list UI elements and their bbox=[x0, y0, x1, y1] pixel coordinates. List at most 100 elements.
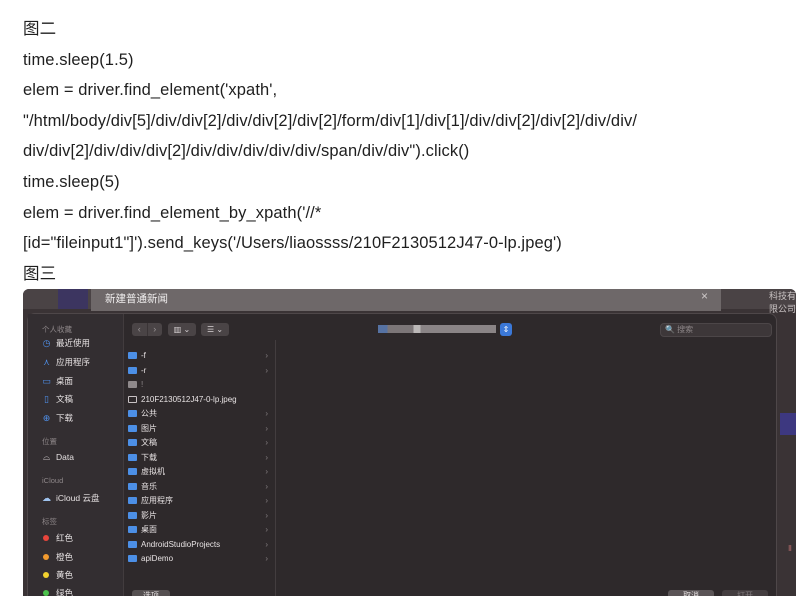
sidebar-item-documents[interactable]: ▯ 文稿 bbox=[42, 393, 73, 405]
list-item[interactable]: 虚拟机 › bbox=[128, 465, 274, 478]
sidebar-section-icloud: iCloud bbox=[42, 476, 64, 485]
download-icon: ⊕ bbox=[42, 412, 51, 423]
sidebar-tag-red[interactable]: 红色 bbox=[42, 532, 73, 544]
list-view-button[interactable]: ☰ ⌄ bbox=[201, 323, 229, 336]
sidebar-item-data[interactable]: ⌓ Data bbox=[42, 452, 74, 462]
background-accent bbox=[58, 289, 88, 309]
sidebar-item-label: 橙色 bbox=[56, 552, 74, 562]
file-picker-dialog: 个人收藏 ◷ 最近使用 ⋏ 应用程序 ▭ 桌面 ▯ 文稿 ⊕ 下载 位置 ⌓ Data iC… bbox=[27, 313, 777, 596]
folder-icon bbox=[128, 555, 137, 562]
chevron-right-icon: › bbox=[265, 554, 268, 563]
chevron-right-icon: › bbox=[265, 438, 268, 447]
file-icon bbox=[128, 381, 137, 388]
sidebar-item-downloads[interactable]: ⊕ 下载 bbox=[42, 412, 73, 424]
sidebar-item-label: 下载 bbox=[56, 413, 74, 423]
code-line: "/html/body/div[5]/div/div[2]/div/div[2]… bbox=[23, 111, 637, 130]
chevron-right-icon: › bbox=[265, 423, 268, 433]
chevron-right-icon: › bbox=[265, 510, 268, 520]
dialog-footer: 选项 取消 打开 bbox=[124, 586, 778, 596]
chevron-right-icon: › bbox=[265, 409, 268, 418]
background-dialog-title: 新建普通新闻 bbox=[105, 293, 168, 305]
sidebar-item-label: 最近使用 bbox=[56, 338, 91, 348]
embedded-screenshot: 新建普通新闻 × 科技有限公司 Ⅱ 个人收藏 ◷ 最近使用 ⋏ 应用程序 ▭ 桌面 ▯… bbox=[23, 289, 796, 596]
sidebar-section-favorites: 个人收藏 bbox=[42, 325, 72, 334]
folder-icon bbox=[128, 526, 137, 533]
sidebar-section-tags: 标签 bbox=[42, 517, 57, 526]
file-column: -f › -r › ! 210F2130512J47-0-lp.jpeg 公共 › 图… bbox=[124, 340, 276, 596]
tag-orange-icon bbox=[43, 554, 49, 560]
list-item[interactable]: -r › bbox=[128, 364, 274, 377]
path-stepper-icon[interactable]: ⇕ bbox=[500, 323, 512, 336]
folder-icon bbox=[128, 468, 137, 475]
sidebar-tag-yellow[interactable]: 黄色 bbox=[42, 569, 73, 581]
tag-yellow-icon bbox=[43, 572, 49, 578]
folder-icon bbox=[128, 511, 137, 519]
chevron-right-icon: › bbox=[265, 496, 268, 505]
open-button[interactable]: 打开 bbox=[722, 590, 768, 596]
chevron-right-icon: › bbox=[265, 539, 268, 549]
folder-icon bbox=[128, 453, 137, 461]
chevron-right-icon: › bbox=[265, 452, 268, 462]
sidebar-item-label: iCloud 云盘 bbox=[56, 493, 100, 503]
code-line: div/div[2]/div/div/div[2]/div/div/div/di… bbox=[23, 142, 470, 161]
folder-icon bbox=[128, 424, 137, 432]
folder-icon bbox=[128, 366, 137, 374]
finder-sidebar: 个人收藏 ◷ 最近使用 ⋏ 应用程序 ▭ 桌面 ▯ 文稿 ⊕ 下载 位置 ⌓ Data iC… bbox=[28, 314, 124, 596]
list-item[interactable]: 文稿 › bbox=[128, 436, 274, 449]
code-line: time.sleep(1.5) bbox=[23, 50, 134, 69]
image-file-icon bbox=[128, 395, 137, 403]
background-red-text: Ⅱ bbox=[788, 544, 792, 553]
sidebar-tag-green[interactable]: 绿色 bbox=[42, 587, 73, 596]
sidebar-tag-orange[interactable]: 橙色 bbox=[42, 551, 73, 563]
list-item[interactable]: ! bbox=[128, 378, 274, 391]
path-selector[interactable]: ⇕ bbox=[378, 323, 512, 336]
forward-button[interactable]: › bbox=[148, 323, 163, 336]
list-item[interactable]: 桌面 › bbox=[128, 523, 274, 536]
close-icon[interactable]: × bbox=[701, 289, 708, 303]
cloud-icon: ☁ bbox=[42, 492, 51, 503]
code-line: [id="fileinput1"]').send_keys('/Users/li… bbox=[23, 234, 562, 253]
list-item[interactable]: 图片 › bbox=[128, 422, 274, 435]
chevron-right-icon: › bbox=[265, 481, 268, 491]
list-item[interactable]: 音乐 › bbox=[128, 480, 274, 493]
drive-icon: ⌓ bbox=[42, 451, 51, 462]
sidebar-item-icloud-drive[interactable]: ☁ iCloud 云盘 bbox=[42, 492, 99, 504]
list-item[interactable]: 公共 › bbox=[128, 407, 274, 420]
chevron-right-icon: › bbox=[265, 467, 268, 476]
background-dialog-header bbox=[91, 289, 721, 311]
sidebar-item-applications[interactable]: ⋏ 应用程序 bbox=[42, 356, 90, 368]
folder-icon bbox=[128, 410, 137, 417]
clock-icon: ◷ bbox=[42, 337, 51, 348]
column-view-button[interactable]: ▥ ⌄ bbox=[168, 323, 196, 336]
list-item[interactable]: -f › bbox=[128, 349, 274, 362]
search-input[interactable]: 🔍 搜索 bbox=[660, 323, 772, 337]
chevron-right-icon: › bbox=[265, 351, 268, 360]
list-item[interactable]: 影片 › bbox=[128, 509, 274, 522]
folder-icon bbox=[128, 352, 137, 359]
caption-figure-2: 图二 bbox=[23, 20, 57, 38]
sidebar-item-desktop[interactable]: ▭ 桌面 bbox=[42, 375, 73, 387]
list-item[interactable]: 下载 › bbox=[128, 451, 274, 464]
sidebar-item-label: 应用程序 bbox=[56, 357, 91, 367]
back-button[interactable]: ‹ bbox=[132, 323, 148, 336]
background-company-text: 科技有限公司 bbox=[769, 291, 796, 314]
list-item[interactable]: AndroidStudioProjects › bbox=[128, 538, 274, 551]
sidebar-item-label: 黄色 bbox=[56, 570, 74, 580]
list-item[interactable]: 210F2130512J47-0-lp.jpeg bbox=[128, 393, 274, 406]
list-item[interactable]: apiDemo › bbox=[128, 552, 274, 565]
options-button[interactable]: 选项 bbox=[132, 590, 170, 596]
sidebar-item-recents[interactable]: ◷ 最近使用 bbox=[42, 337, 90, 349]
tag-red-icon bbox=[43, 535, 49, 541]
tag-green-icon bbox=[43, 590, 49, 596]
folder-icon bbox=[128, 540, 137, 548]
nav-buttons: ‹ › bbox=[132, 323, 162, 336]
caption-figure-3: 图三 bbox=[23, 264, 57, 283]
code-line: time.sleep(5) bbox=[23, 172, 120, 191]
background-purple-block bbox=[780, 413, 796, 435]
list-item[interactable]: 应用程序 › bbox=[128, 494, 274, 507]
code-line: elem = driver.find_element_by_xpath('//* bbox=[23, 203, 322, 222]
desktop-icon: ▭ bbox=[42, 375, 51, 386]
finder-toolbar: ‹ › ▥ ⌄ ☰ ⌄ ⇕ 🔍 搜索 bbox=[124, 314, 778, 340]
cancel-button[interactable]: 取消 bbox=[668, 590, 714, 596]
article-body: 图二 time.sleep(1.5) elem = driver.find_el… bbox=[23, 14, 793, 289]
